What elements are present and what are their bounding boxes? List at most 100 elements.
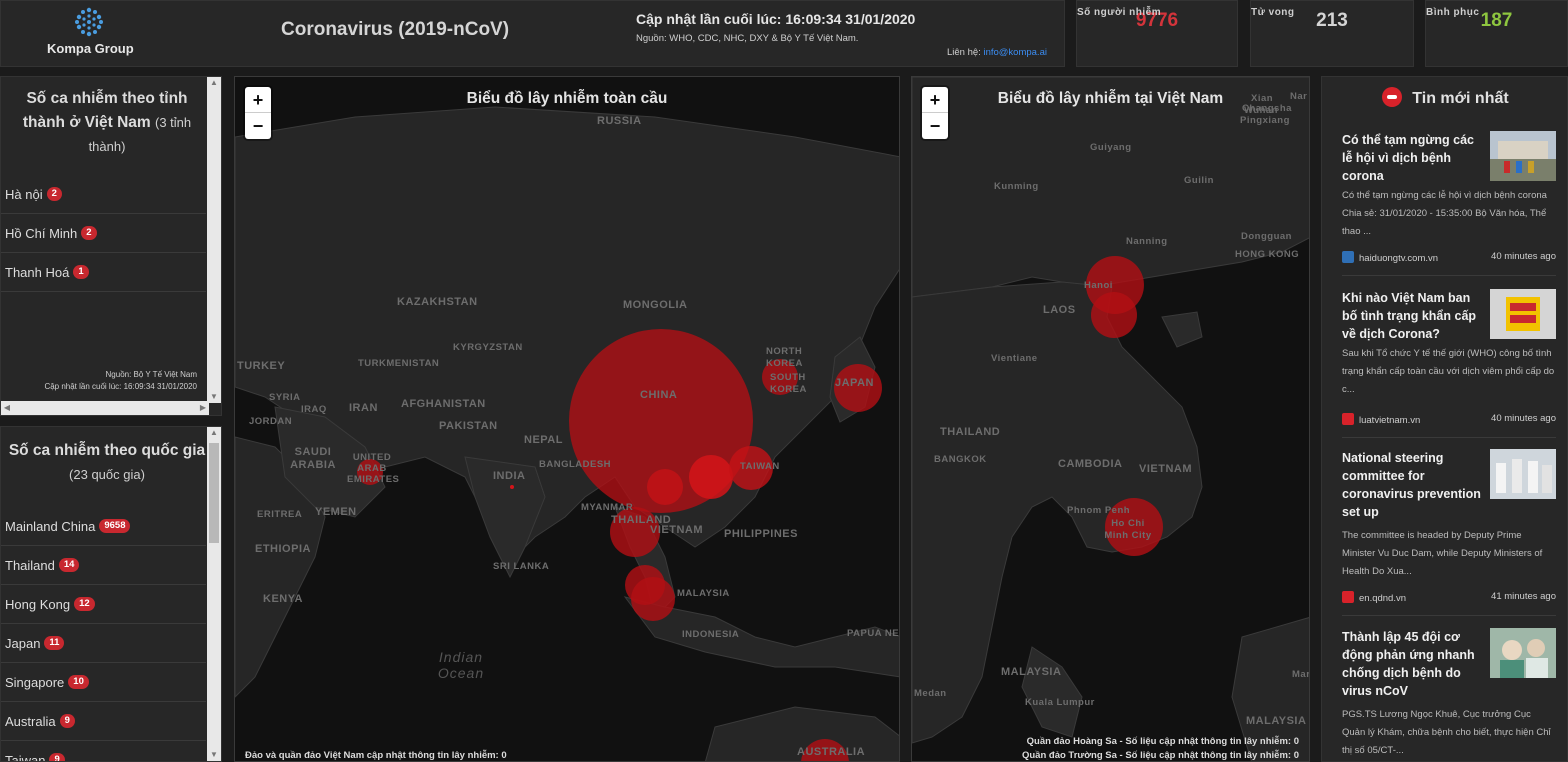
zoom-in-button[interactable]: + <box>922 87 948 113</box>
zoom-in-button[interactable]: + <box>245 87 271 113</box>
list-item[interactable]: Mainland China 9658 <box>1 507 206 546</box>
news-icon <box>1382 87 1403 107</box>
news-panel: Tin mới nhất Có thể tạm ngừng các lễ hội… <box>1321 76 1568 762</box>
map-label: JORDAN <box>249 416 293 427</box>
news-item-title[interactable]: Khi nào Việt Nam ban bố tình trạng khẩn … <box>1342 289 1482 343</box>
list-item[interactable]: Thailand 14 <box>1 546 206 585</box>
map-label: TURKMENISTAN <box>358 358 440 369</box>
news-item[interactable]: National steering committee for coronavi… <box>1342 449 1556 609</box>
list-item[interactable]: Australia 9 <box>1 702 206 741</box>
horizontal-scrollbar[interactable]: ◀ ▶ <box>1 401 209 415</box>
map-label: Mar <box>1292 669 1310 680</box>
map-label: NEPAL <box>524 434 563 446</box>
last-updated: Cập nhật lần cuối lúc: 16:09:34 31/01/20… <box>636 11 916 27</box>
map-label: Medan <box>914 688 947 699</box>
news-thumbnail[interactable] <box>1490 131 1556 181</box>
news-item[interactable]: Khi nào Việt Nam ban bố tình trạng khẩn … <box>1342 289 1556 429</box>
news-item-title[interactable]: Thành lập 45 đội cơ động phản ứng nhanh … <box>1342 628 1482 700</box>
news-item-title[interactable]: Có thể tạm ngừng các lễ hội vì dịch bệnh… <box>1342 131 1482 185</box>
map-label: SYRIA <box>269 392 301 403</box>
vietnam-map[interactable]: Nar Xian Wuhan Pingxiang Guiyang Kunming… <box>911 76 1310 762</box>
map-label: MALAYSIA <box>1246 715 1307 727</box>
world-map[interactable]: RUSSIA KAZAKHSTAN MONGOLIA KYRGYZSTAN TU… <box>234 76 900 762</box>
scroll-down-icon[interactable]: ▼ <box>207 749 221 761</box>
map-label: THAILAND <box>940 426 1001 438</box>
news-item-title[interactable]: National steering committee for coronavi… <box>1342 449 1482 521</box>
scroll-up-icon[interactable]: ▲ <box>207 427 221 439</box>
scroll-left-icon[interactable]: ◀ <box>1 401 13 415</box>
zoom-control: + − <box>922 87 948 139</box>
map-label: UNITED ARAB EMIRATES <box>347 452 400 485</box>
list-item[interactable]: Hong Kong 12 <box>1 585 206 624</box>
contact-label: Liên hệ: <box>947 47 981 58</box>
scroll-up-icon[interactable]: ▲ <box>207 77 221 89</box>
case-circle-singapore <box>631 577 675 621</box>
vertical-scrollbar[interactable]: ▲ ▼ <box>207 427 221 761</box>
source-name[interactable]: haiduongtv.com.vn <box>1359 253 1438 264</box>
map-label: KYRGYZSTAN <box>453 342 523 353</box>
map-label: KAZAKHSTAN <box>397 296 478 308</box>
list-item[interactable]: Hồ Chí Minh 2 <box>1 214 206 253</box>
scroll-right-icon[interactable]: ▶ <box>197 401 209 415</box>
news-item[interactable]: Thành lập 45 đội cơ động phản ứng nhanh … <box>1342 628 1556 761</box>
map-label: Guiyang <box>1090 142 1132 153</box>
map-label: TAIWAN <box>740 461 780 472</box>
source-name[interactable]: en.qdnd.vn <box>1359 593 1406 604</box>
stat-deaths: Tử vong 213 <box>1250 0 1414 67</box>
contact-email-link[interactable]: info@kompa.ai <box>983 47 1047 58</box>
map-label: SOUTH KOREA <box>770 372 807 395</box>
list-item[interactable]: Japan 11 <box>1 624 206 663</box>
map-label: BANGKOK <box>934 454 987 465</box>
vertical-scrollbar[interactable]: ▲ ▼ <box>207 77 221 403</box>
map-label: PAPUA NEW <box>847 628 900 639</box>
news-thumbnail[interactable] <box>1490 449 1556 499</box>
logo[interactable]: Kompa Group <box>47 7 134 56</box>
list-item[interactable]: Singapore 10 <box>1 663 206 702</box>
news-item-source: en.qdnd.vn 41 minutes ago <box>1342 591 1556 604</box>
source-name[interactable]: luatvietnam.vn <box>1359 415 1420 426</box>
vn-provinces-panel: Số ca nhiễm theo tỉnh thành ở Việt Nam (… <box>0 76 222 416</box>
map-footer-spratly: Quần đảo Trường Sa - Số liệu cập nhật th… <box>1021 750 1299 761</box>
list-item[interactable]: Hà nội 2 <box>1 175 206 214</box>
list-item[interactable]: Taiwan 9 <box>1 741 206 761</box>
map-label: MYANMAR <box>581 502 634 513</box>
province-name: Hà nội <box>5 186 43 202</box>
map-label: IRAQ <box>301 404 327 415</box>
panel-title: Số ca nhiễm theo tỉnh thành ở Việt Nam (… <box>1 77 221 159</box>
list-item[interactable]: Thanh Hoá 1 <box>1 253 206 292</box>
scroll-thumb[interactable] <box>209 443 219 543</box>
map-label: AUSTRALIA <box>797 746 866 758</box>
panel-subtitle: (23 quốc gia) <box>69 467 145 482</box>
source-logo-icon <box>1342 413 1354 425</box>
zoom-out-button[interactable]: − <box>922 113 948 139</box>
map-label: RUSSIA <box>597 115 642 127</box>
news-thumbnail[interactable] <box>1490 628 1556 678</box>
map-label: ERITREA <box>257 509 303 520</box>
news-item-desc: Có thể tạm ngừng các lễ hội vì dịch bệnh… <box>1342 190 1547 237</box>
map-label: BANGLADESH <box>539 459 612 470</box>
map-label: Nanning <box>1126 236 1168 247</box>
top-bar: Kompa Group Coronavirus (2019-nCoV) Cập … <box>0 0 1568 68</box>
case-circle-india <box>510 485 514 489</box>
news-item-desc: The committee is headed by Deputy Prime … <box>1342 530 1543 577</box>
panel-title: Số ca nhiễm theo quốc gia (23 quốc gia) <box>1 427 221 487</box>
news-thumbnail[interactable] <box>1490 289 1556 339</box>
country-name: Hong Kong <box>5 596 71 612</box>
zoom-out-button[interactable]: − <box>245 113 271 139</box>
province-name: Thanh Hoá <box>5 264 70 280</box>
map-footer-paracel: Quần đảo Hoàng Sa - Số liệu cập nhật thô… <box>1026 736 1299 747</box>
count-badge: 9 <box>49 753 65 761</box>
countries-panel: Số ca nhiễm theo quốc gia (23 quốc gia) … <box>0 426 222 762</box>
map-footer: Đảo và quần đảo Việt Nam cập nhật thông … <box>245 750 507 761</box>
news-item[interactable]: Có thể tạm ngừng các lễ hội vì dịch bệnh… <box>1342 131 1556 271</box>
case-circle-hongkong <box>647 469 683 505</box>
ocean-label: Indian Ocean <box>437 649 485 681</box>
panel-title-text: Số ca nhiễm theo quốc gia <box>8 442 206 459</box>
map-label: SAUDI ARABIA <box>290 446 336 471</box>
map-label: MONGOLIA <box>623 299 688 311</box>
map-label: Hanoi <box>1084 280 1113 291</box>
star-icon <box>1342 591 1354 603</box>
country-name: Singapore <box>5 674 65 690</box>
map-label: Phnom Penh <box>1067 505 1131 516</box>
scroll-down-icon[interactable]: ▼ <box>207 391 221 403</box>
